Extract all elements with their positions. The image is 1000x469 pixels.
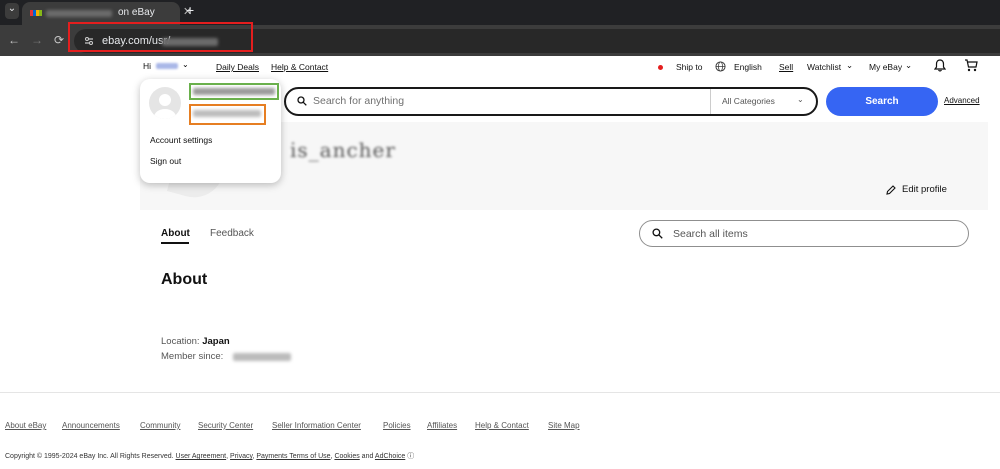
member-since-row: Member since: <box>161 351 223 362</box>
sell-link[interactable]: Sell <box>779 62 793 72</box>
legal-link-user-agreement[interactable]: User Agreement <box>176 453 227 460</box>
search-items-icon <box>652 228 663 239</box>
footer-link-about[interactable]: About eBay <box>5 421 46 430</box>
footer-link-community[interactable]: Community <box>140 421 180 430</box>
copyright-text: Copyright © 1995-2024 eBay Inc. All Righ… <box>5 453 174 460</box>
search-icon <box>297 96 307 106</box>
footer-link-announcements[interactable]: Announcements <box>62 421 120 430</box>
tab-list-button[interactable]: ⌄ <box>5 3 19 19</box>
search-button[interactable]: Search <box>826 87 938 116</box>
legal-link-cookies[interactable]: Cookies <box>334 453 359 460</box>
footer-link-policies[interactable]: Policies <box>383 421 411 430</box>
category-divider <box>710 89 711 114</box>
edit-profile-button[interactable]: Edit profile <box>902 184 947 195</box>
member-since-label: Member since: <box>161 351 224 362</box>
location-value: Japan <box>202 336 230 347</box>
forward-icon[interactable]: → <box>31 33 43 47</box>
about-heading: About <box>161 271 208 288</box>
redacted-tab-text <box>46 10 112 17</box>
legal-link-privacy[interactable]: Privacy <box>230 453 252 460</box>
copyright-row: Copyright © 1995-2024 eBay Inc. All Righ… <box>5 453 415 460</box>
search-input[interactable]: Search for anything <box>313 95 404 107</box>
bell-icon[interactable] <box>934 59 946 72</box>
account-name-highlight-box <box>189 83 279 100</box>
redacted-member-date <box>233 353 291 361</box>
user-silhouette-icon <box>154 94 176 119</box>
redacted-user-name <box>156 63 178 69</box>
avatar <box>149 87 181 119</box>
location-label: Location: <box>161 336 200 347</box>
my-ebay-button[interactable]: My eBay <box>869 62 902 72</box>
advanced-search-link[interactable]: Advanced <box>944 96 980 105</box>
watchlist-button[interactable]: Watchlist <box>807 62 841 72</box>
category-select[interactable]: All Categories <box>722 96 775 106</box>
pencil-icon[interactable] <box>886 185 896 195</box>
sign-out-link[interactable]: Sign out <box>150 156 181 166</box>
ebay-favicon-icon <box>30 10 42 16</box>
url-highlight-box <box>68 22 253 52</box>
notification-dot <box>658 65 663 70</box>
category-chevron-icon[interactable]: ⌄ <box>797 95 804 104</box>
watchlist-chevron-icon[interactable]: ⌄ <box>846 60 853 71</box>
language-selector[interactable]: English <box>734 62 762 72</box>
account-settings-link[interactable]: Account settings <box>150 135 212 145</box>
cart-icon[interactable] <box>964 59 978 72</box>
location-row: Location: Japan <box>161 336 230 347</box>
redacted-username: is_ancher <box>290 138 396 162</box>
footer-link-seller-info[interactable]: Seller Information Center <box>272 421 361 430</box>
footer-link-help[interactable]: Help & Contact <box>475 421 529 430</box>
account-id-highlight-box <box>189 104 266 125</box>
tab-feedback[interactable]: Feedback <box>210 228 254 239</box>
footer-divider <box>0 392 1000 393</box>
ship-to-button[interactable]: Ship to <box>676 62 702 72</box>
globe-icon <box>715 61 726 72</box>
adchoice-info-icon[interactable]: ⓘ <box>407 453 414 460</box>
tab-title: on eBay <box>118 7 155 18</box>
legal-link-adchoice[interactable]: AdChoice <box>375 453 405 460</box>
greeting-text[interactable]: Hi <box>143 61 151 71</box>
new-tab-button[interactable]: + <box>186 2 194 18</box>
footer-link-sitemap[interactable]: Site Map <box>548 421 580 430</box>
reload-icon[interactable]: ⟳ <box>54 33 64 47</box>
footer-link-affiliates[interactable]: Affiliates <box>427 421 457 430</box>
footer-link-security[interactable]: Security Center <box>198 421 253 430</box>
back-icon[interactable]: ← <box>8 33 20 47</box>
chevron-down-icon[interactable]: ⌄ <box>182 60 189 69</box>
help-contact-link[interactable]: Help & Contact <box>271 62 328 72</box>
daily-deals-link[interactable]: Daily Deals <box>216 62 259 72</box>
legal-link-payments-terms[interactable]: Payments Terms of Use <box>256 453 330 460</box>
tab-about[interactable]: About <box>161 228 190 239</box>
my-ebay-chevron-icon[interactable]: ⌄ <box>905 60 912 71</box>
active-tab-indicator <box>161 242 189 244</box>
items-search-placeholder: Search all items <box>673 228 748 240</box>
